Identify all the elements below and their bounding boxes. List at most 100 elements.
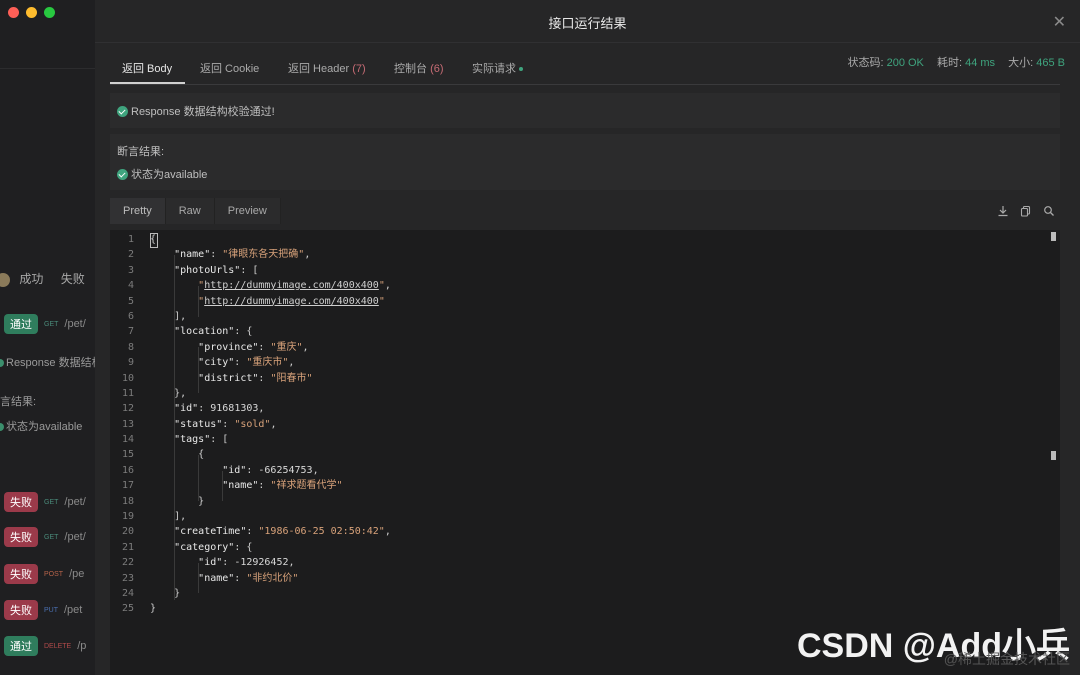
code-line: { — [150, 234, 157, 245]
filter-pass[interactable]: 成功 — [19, 272, 43, 286]
assertion-title: 断言结果: — [117, 146, 165, 158]
line-number: 25 — [121, 603, 134, 615]
code-line: "id": -12926452, — [198, 557, 295, 569]
background-assert-item: 状态为available — [0, 418, 82, 434]
line-number: 20 — [121, 526, 134, 538]
code-line: "createTime": "1986-06-25 02:50:42", — [174, 526, 391, 538]
code-line: "city": "重庆市", — [198, 357, 295, 369]
code-line: "name": "非约北价" — [198, 572, 299, 584]
background-request-row[interactable]: 失败 PUT/pet — [4, 600, 83, 620]
code-line: } — [150, 495, 205, 507]
status-dot-icon — [519, 67, 523, 72]
status-badge: 失败 — [4, 600, 38, 620]
code-line: }, — [150, 387, 187, 399]
http-method: POST — [44, 570, 64, 578]
header-count: (7) — [352, 63, 366, 75]
line-number: 17 — [121, 480, 134, 492]
response-code-editor[interactable]: 1 2 3 4 5 6 7 8 9 10 11 12 13 14 15 16 17 18 19 20 21 22 23 24 2… — [110, 230, 1060, 675]
request-path: /pet — [64, 604, 83, 616]
line-number: 12 — [121, 403, 134, 415]
background-request-row[interactable]: 通过 DELETE/p — [4, 636, 87, 656]
status-badge: 通过 — [4, 636, 38, 656]
line-number: 23 — [121, 572, 134, 584]
window-close-dot[interactable] — [8, 7, 19, 18]
background-request-row[interactable]: 失败 GET/pet/ — [4, 492, 86, 512]
line-number: 21 — [121, 541, 134, 553]
code-line: "status": "sold", — [174, 418, 277, 430]
search-icon[interactable] — [1043, 205, 1055, 217]
code-line: "id": -66254753, — [222, 464, 319, 476]
code-line: } — [150, 603, 157, 615]
request-path: /pe — [69, 568, 85, 580]
check-icon — [0, 423, 4, 432]
line-number: 24 — [121, 587, 134, 599]
check-circle-icon — [117, 106, 128, 117]
code-line: ], — [150, 511, 187, 523]
line-number: 10 — [121, 372, 134, 384]
code-line: "location": { — [174, 326, 253, 338]
http-method: DELETE — [44, 642, 72, 650]
status-badge: 通过 — [4, 314, 38, 334]
request-path: /pet/ — [64, 318, 86, 330]
code-line: "district": "阳春市" — [198, 372, 313, 384]
status-code: 200 OK — [886, 57, 924, 69]
line-number: 5 — [127, 295, 134, 307]
line-number: 16 — [121, 464, 134, 476]
response-stats: 状态码: 200 OK 耗时: 44 ms 大小: 465 B — [847, 57, 1065, 69]
request-path: /p — [77, 640, 87, 652]
view-tab-pretty[interactable]: Pretty — [110, 198, 166, 224]
tab-actual-request[interactable]: 实际请求 — [472, 60, 523, 76]
view-mode-tabs: Pretty Raw Preview — [110, 198, 281, 224]
scrollbar-marker-top[interactable] — [1051, 232, 1056, 241]
http-method: GET — [44, 320, 59, 328]
status-badge: 失败 — [4, 527, 38, 547]
check-icon — [0, 359, 4, 368]
request-path: /pet/ — [64, 496, 86, 508]
all-filter-icon[interactable] — [0, 272, 10, 287]
code-line: "photoUrls": [ — [174, 264, 259, 276]
view-tab-raw[interactable]: Raw — [165, 198, 215, 224]
modal-title-bar: 接口运行结果 ✕ — [95, 0, 1080, 43]
code-line: "http://dummyimage.com/400x400", — [198, 280, 391, 292]
line-number: 8 — [127, 341, 134, 353]
download-icon[interactable] — [997, 205, 1009, 217]
tab-body[interactable]: 返回 Body — [122, 60, 172, 76]
close-icon[interactable]: ✕ — [1053, 12, 1066, 32]
tab-header[interactable]: 返回 Header (7) — [288, 60, 366, 76]
tab-console[interactable]: 控制台 (6) — [394, 60, 444, 76]
background-request-row[interactable]: 通过 GET/pet/ — [4, 314, 86, 334]
request-path: /pet/ — [64, 531, 86, 543]
assertion-item: 状态为available — [117, 166, 207, 182]
code-line: "tags": [ — [174, 434, 229, 446]
line-number: 13 — [121, 418, 134, 430]
response-size: 465 B — [1036, 57, 1065, 69]
editor-toolbar — [997, 205, 1055, 217]
line-number: 15 — [121, 449, 134, 461]
code-line: "category": { — [174, 541, 253, 553]
scrollbar-marker-mid[interactable] — [1051, 451, 1056, 460]
view-tab-preview[interactable]: Preview — [214, 198, 281, 224]
http-method: PUT — [44, 606, 58, 614]
console-count: (6) — [430, 63, 444, 75]
status-badge: 失败 — [4, 492, 38, 512]
background-app-panel: 成功 失败 通过 GET/pet/失败 GET/pet/失败 GET/pet/失败 PO… — [0, 0, 95, 675]
code-content: { "name": "律眼东各天把确", "photoUrls": [ "htt… — [150, 232, 1040, 617]
code-line: "province": "重庆", — [198, 341, 309, 353]
code-line: "http://dummyimage.com/400x400" — [198, 295, 385, 307]
line-number: 11 — [121, 387, 134, 399]
line-number: 14 — [121, 434, 134, 446]
tab-cookie[interactable]: 返回 Cookie — [200, 60, 259, 76]
line-number: 22 — [121, 557, 134, 569]
line-number: 6 — [127, 310, 134, 322]
status-badge: 失败 — [4, 564, 38, 584]
filter-fail[interactable]: 失败 — [61, 272, 85, 286]
background-request-row[interactable]: 失败 GET/pet/ — [4, 527, 86, 547]
response-time: 44 ms — [965, 57, 996, 69]
background-assert-label: 言结果: — [0, 396, 37, 408]
code-line: } — [150, 587, 181, 599]
background-request-row[interactable]: 失败 POST/pe — [4, 564, 85, 584]
code-line: "name": "祥求题看代学" — [222, 480, 343, 492]
window-zoom-dot[interactable] — [44, 7, 55, 18]
window-minimize-dot[interactable] — [26, 7, 37, 18]
copy-icon[interactable] — [1020, 205, 1032, 217]
